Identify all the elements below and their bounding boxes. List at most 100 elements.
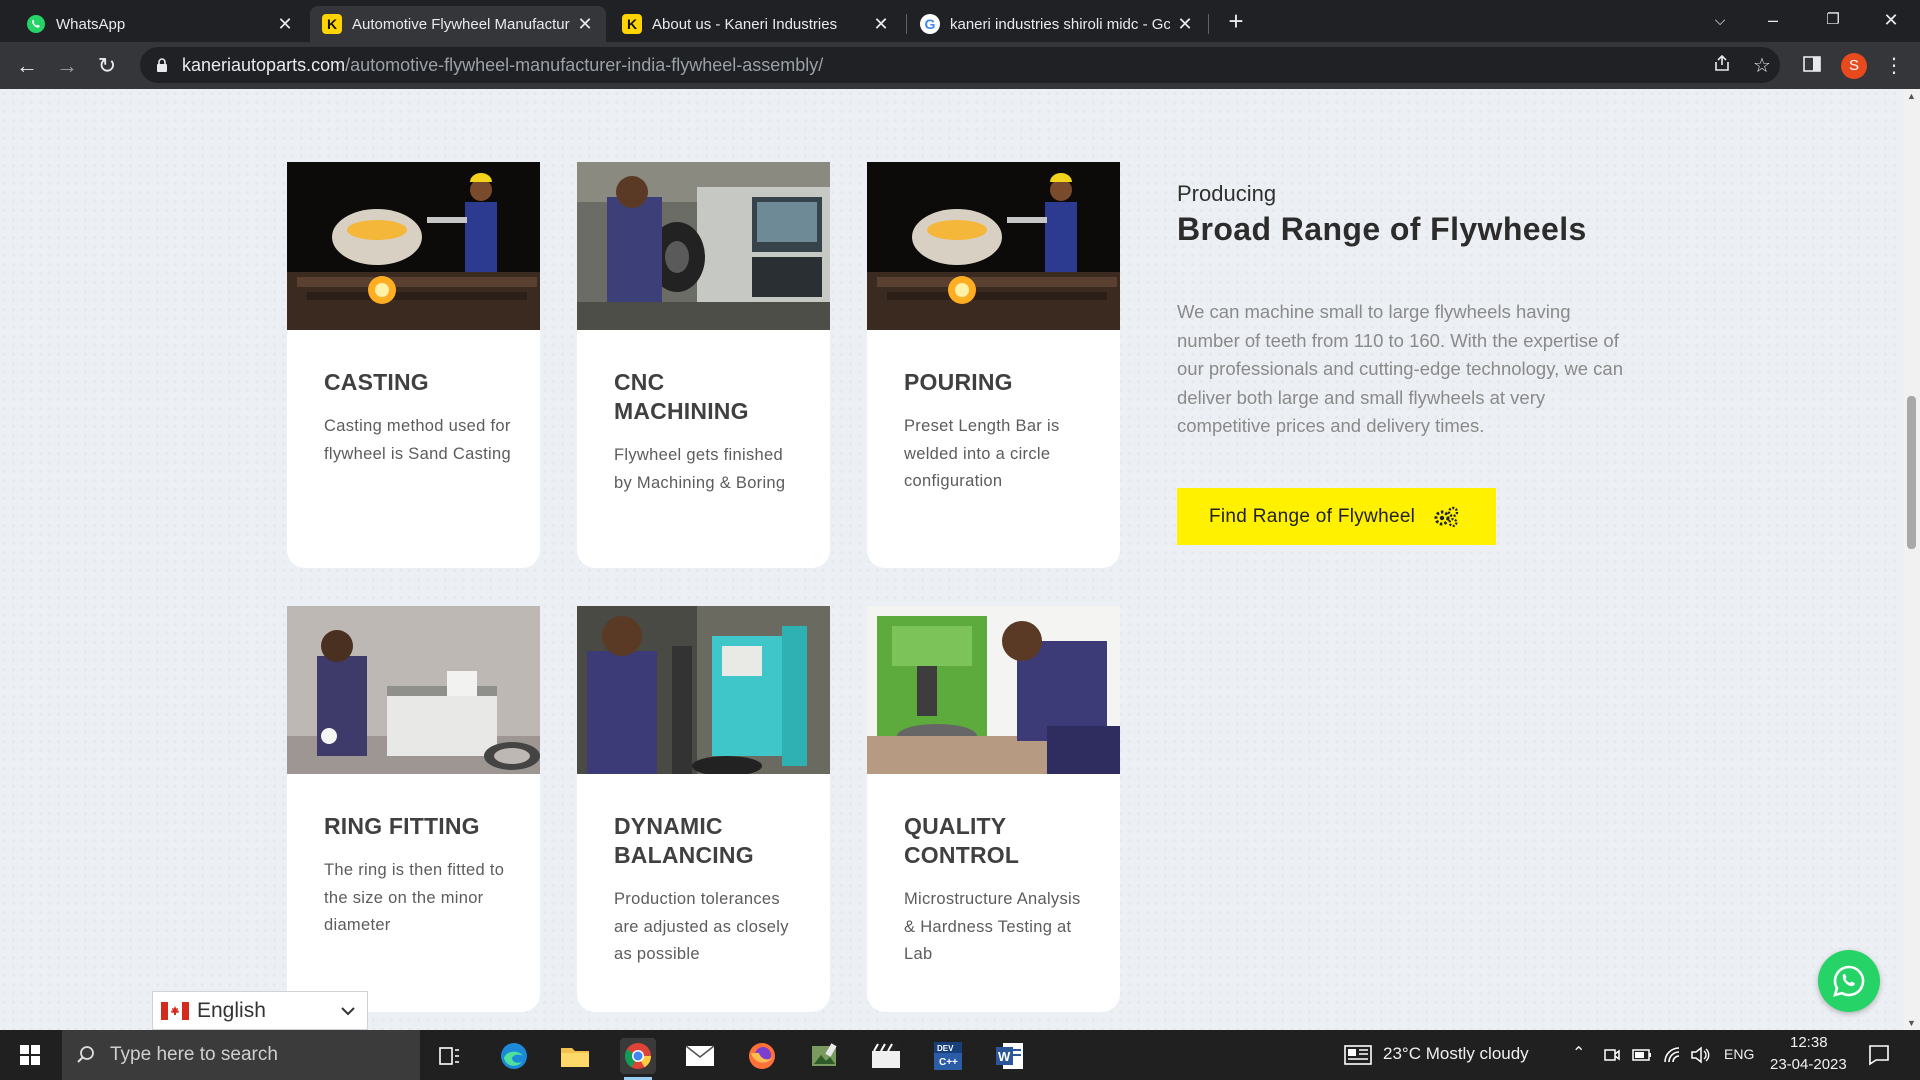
process-card-cnc-machining: CNC MACHINING Flywheel gets finished by … [577,162,830,568]
card-description: Microstructure Analysis & Hardness Testi… [904,890,1081,963]
lock-icon [157,58,167,72]
weather-news-icon[interactable] [1344,1045,1372,1065]
address-bar[interactable]: kaneriautoparts.com/automotive-flywheel-… [140,47,1780,83]
svg-text:C++: C++ [939,1057,958,1068]
volume-icon[interactable] [1690,1046,1710,1064]
wifi-icon[interactable] [1663,1046,1681,1064]
tab-automotive-flywheel[interactable]: K Automotive Flywheel Manufactur ✕ [310,6,606,42]
tab-google-search[interactable]: G kaneri industries shiroli midc - Gc ✕ [908,6,1206,42]
profile-avatar[interactable]: S [1841,53,1867,79]
scrollbar-thumb[interactable] [1907,396,1916,549]
image-editor-icon[interactable] [806,1038,842,1074]
new-tab-button[interactable]: + [1222,8,1250,36]
whatsapp-icon [26,14,46,34]
close-window-button[interactable]: ✕ [1869,4,1913,36]
section-kicker: Producing [1177,181,1277,206]
forward-button[interactable]: → [51,50,83,82]
google-g-icon: G [920,14,940,34]
process-card-dynamic-balancing: DYNAMIC BALANCING Production tolerances … [577,606,830,1012]
card-description: Production tolerances are adjusted as cl… [614,890,789,963]
card-title: QUALITY CONTROL [904,813,1020,868]
tab-about-us[interactable]: K About us - Kaneri Industries ✕ [610,6,902,42]
close-icon[interactable]: ✕ [872,14,890,35]
back-button[interactable]: ← [11,50,43,82]
button-label: Find Range of Flywheel [1209,505,1416,527]
tab-title: WhatsApp [56,15,126,33]
chevron-down-icon [341,1003,367,1019]
pouring-photo [867,162,1120,330]
video-editor-icon[interactable] [868,1038,904,1074]
menu-kebab-icon[interactable]: ⋮ [1878,50,1910,82]
clock-time[interactable]: 12:38 [1790,1034,1828,1051]
url-path: /automotive-flywheel-manufacturer-india-… [345,54,824,75]
tab-whatsapp[interactable]: WhatsApp ✕ [14,6,306,42]
close-icon[interactable]: ✕ [276,14,294,35]
scroll-down-arrow-icon[interactable]: ▼ [1907,1018,1916,1028]
mail-icon[interactable] [682,1038,718,1074]
microsoft-word-icon[interactable]: W [992,1038,1028,1074]
search-placeholder: Type here to search [110,1044,278,1065]
task-view-icon[interactable] [432,1038,468,1074]
casting-photo [287,162,540,330]
kaneri-k-icon: K [322,14,342,34]
tab-title: About us - Kaneri Industries [652,15,838,33]
file-explorer-icon[interactable] [557,1038,593,1074]
card-description: Preset Length Bar is welded into a circl… [904,417,1060,490]
whatsapp-icon [1833,965,1865,997]
card-title: DYNAMIC BALANCING [614,813,754,868]
show-hidden-icons-chevron-icon[interactable]: ⌃ [1572,1043,1585,1063]
process-card-ring-fitting: RING FITTING The ring is then fitted to … [287,606,540,1012]
minimize-button[interactable]: – [1751,4,1795,36]
process-card-casting: CASTING Casting method used for flywheel… [287,162,540,568]
section-title: Broad Range of Flywheels [1177,211,1587,247]
card-description: The ring is then fitted to the size on t… [324,861,505,934]
tab-search-chevron-icon[interactable]: ⌵ [1698,4,1742,36]
windows-start-icon[interactable] [10,1040,50,1070]
chrome-browser-icon[interactable] [620,1038,656,1080]
share-icon[interactable] [1706,50,1738,82]
bookmark-star-icon[interactable]: ☆ [1746,50,1778,82]
process-card-pouring: POURING Preset Length Bar is welded into… [867,162,1120,568]
page-viewport: CASTING Casting method used for flywheel… [0,89,1920,1030]
card-description: Casting method used for flywheel is Sand… [324,417,511,463]
restore-button[interactable]: ❐ [1811,4,1855,36]
input-language-indicator[interactable]: ENG [1724,1046,1754,1062]
reload-button[interactable]: ↻ [91,50,123,82]
firefox-icon[interactable] [744,1038,780,1074]
close-icon[interactable]: ✕ [1176,14,1194,35]
tab-divider [1208,14,1209,34]
browser-toolbar: ← → ↻ kaneriautoparts.com/automotive-fly… [0,42,1920,89]
tab-divider [906,14,907,34]
browser-tab-bar: WhatsApp ✕ K Automotive Flywheel Manufac… [0,0,1920,42]
whatsapp-chat-button[interactable] [1818,950,1880,1012]
quality-control-photo [867,606,1120,774]
scroll-up-arrow-icon[interactable]: ▲ [1907,91,1916,101]
taskbar-search-box[interactable]: Type here to search [62,1030,420,1080]
side-panel-icon[interactable] [1796,50,1828,82]
language-label: English [197,998,266,1022]
gears-icon [1434,506,1459,527]
search-icon [77,1046,94,1063]
find-range-of-flywheel-button[interactable]: Find Range of Flywheel [1177,488,1496,545]
svg-text:W: W [998,1049,1011,1064]
battery-icon[interactable] [1632,1048,1652,1062]
weather-text[interactable]: 23°C Mostly cloudy [1383,1044,1529,1064]
clock-date[interactable]: 23-04-2023 [1770,1056,1847,1073]
kaneri-k-icon: K [622,14,642,34]
windows-taskbar: Type here to search DEV C++ W 23°C Mostly… [0,1030,1920,1080]
edge-browser-icon[interactable] [496,1038,532,1074]
card-description: Flywheel gets finished by Machining & Bo… [614,446,786,492]
meet-now-icon[interactable] [1603,1046,1621,1064]
dev-cpp-icon[interactable]: DEV C++ [930,1038,966,1074]
card-title: CNC MACHINING [614,369,749,424]
tab-title: kaneri industries shiroli midc - Gc [950,15,1170,33]
canada-flag-icon [161,1001,189,1020]
notification-center-icon[interactable] [1868,1044,1890,1066]
language-selector[interactable]: English [152,991,368,1030]
cnc-machining-photo [577,162,830,330]
dynamic-balancing-photo [577,606,830,774]
page-scrollbar[interactable]: ▲ ▼ [1903,89,1920,1030]
close-icon[interactable]: ✕ [576,14,594,35]
card-title: POURING [904,369,1013,395]
url-host: kaneriautoparts.com [182,54,346,75]
